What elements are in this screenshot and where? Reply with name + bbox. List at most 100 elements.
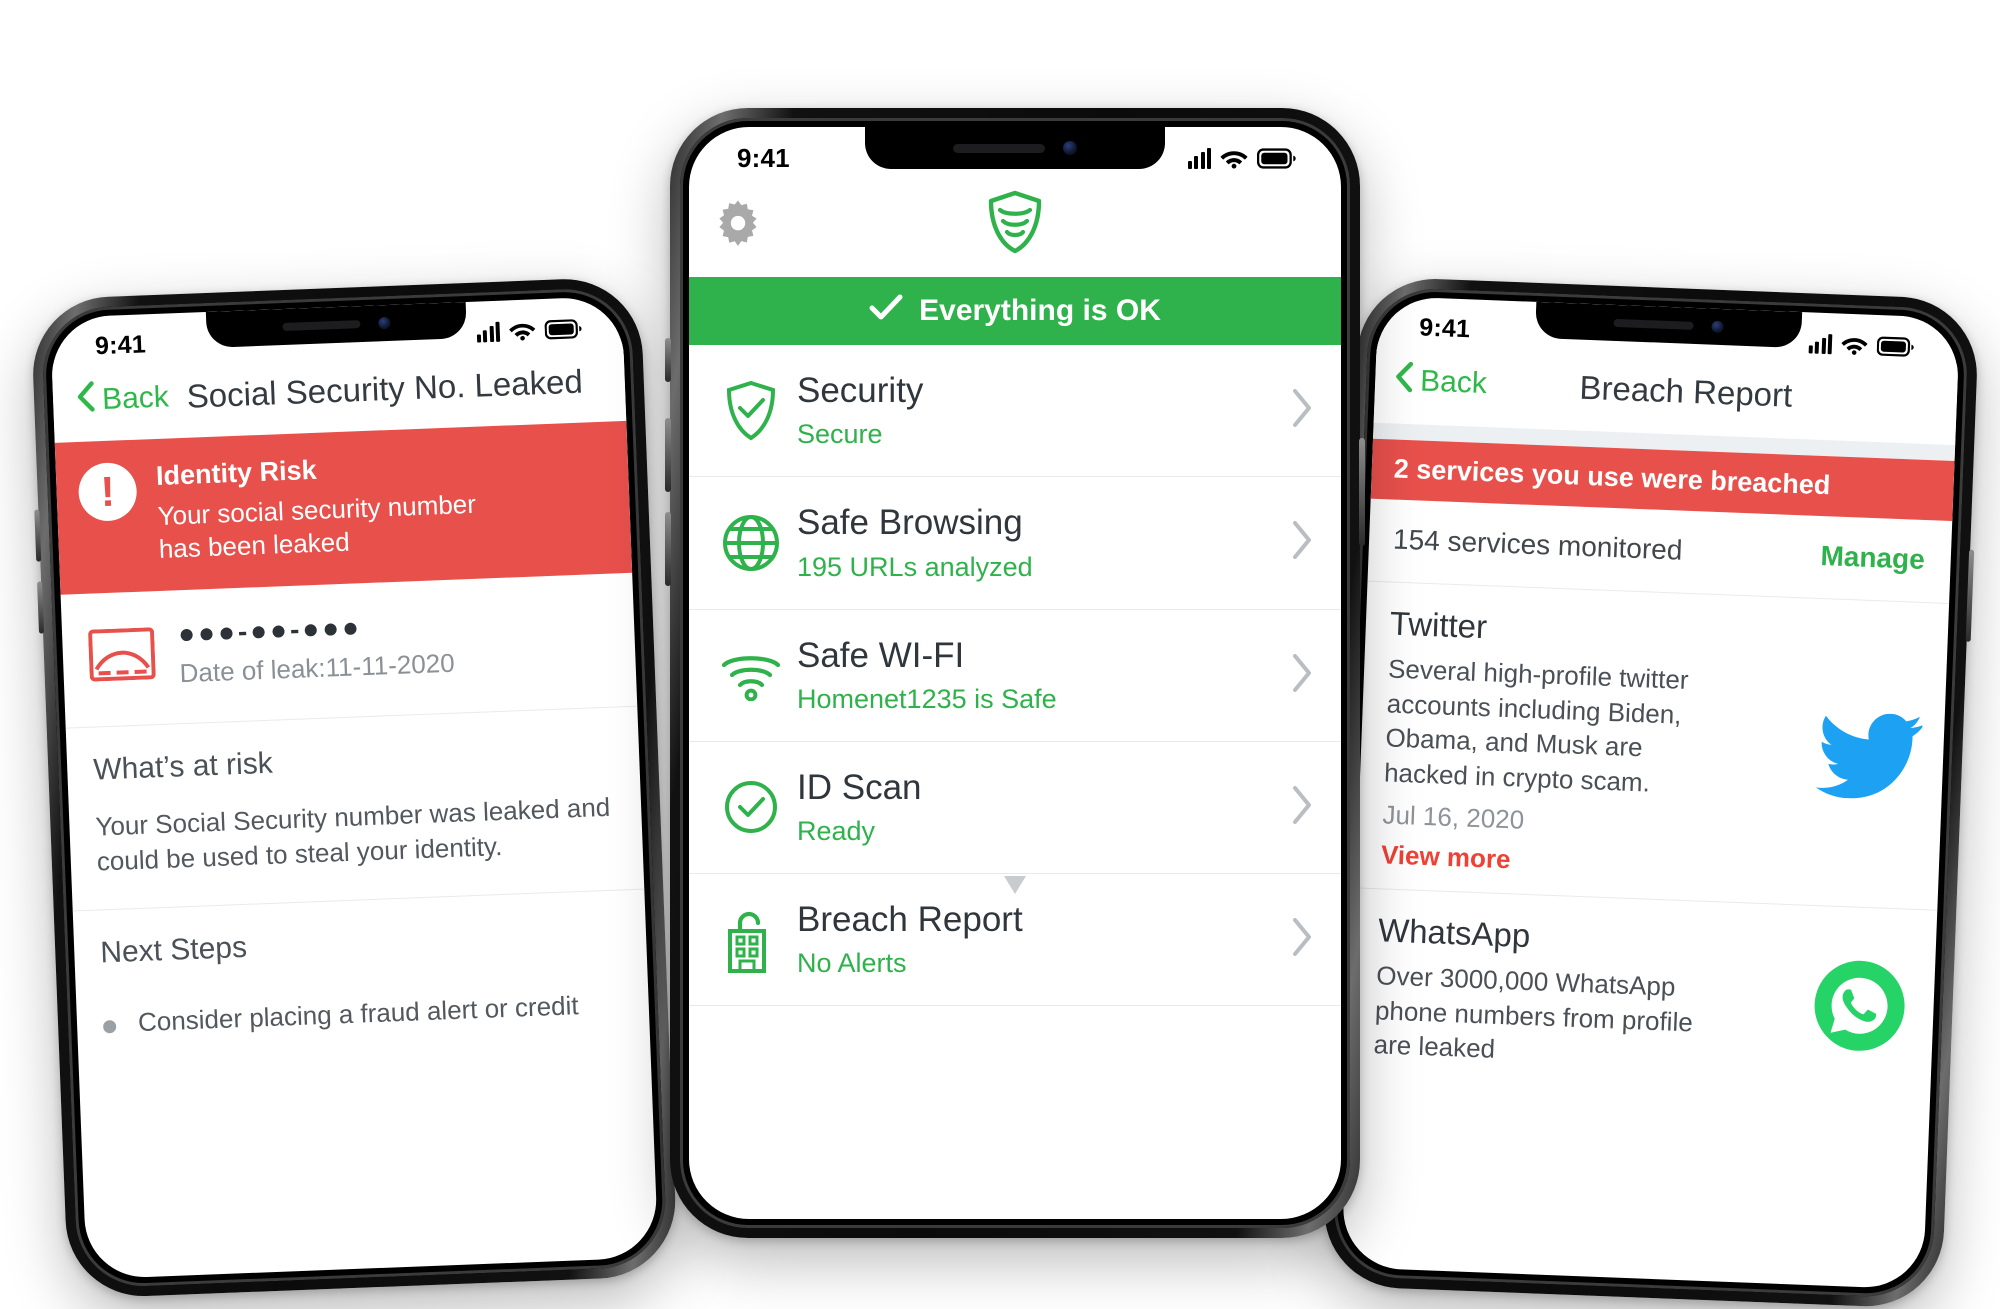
breach-item[interactable]: WhatsApp Over 3000,000 WhatsApp phone nu…: [1348, 889, 1937, 1102]
risk-description: Your social security number has been lea…: [157, 486, 519, 566]
building-lock-icon: [719, 907, 783, 973]
exclamation-icon: !: [78, 462, 138, 522]
wifi-icon: [719, 649, 783, 701]
chevron-right-icon: [1289, 386, 1315, 435]
status-banner-text: Everything is OK: [919, 294, 1161, 328]
list-item-status: Homenet1235 is Safe: [797, 684, 1289, 715]
gear-icon[interactable]: [715, 200, 761, 251]
page-title: Breach Report: [1486, 365, 1935, 420]
phone-frame: 9:41: [30, 276, 678, 1299]
phone-screen: 9:41: [1341, 296, 1960, 1290]
globe-icon: [719, 514, 783, 572]
status-indicators: [476, 318, 583, 342]
status-time: 9:41: [737, 143, 790, 174]
list-item[interactable]: Security Secure: [689, 345, 1341, 476]
circle-check-icon: [719, 779, 783, 835]
page-title: Social Security No. Leaked: [186, 363, 583, 416]
power-button[interactable]: [1359, 438, 1365, 546]
chevron-right-icon: [1289, 915, 1315, 964]
battery-icon: [544, 318, 583, 339]
breach-banner-text: 2 services you use were breached: [1393, 454, 1831, 502]
cellular-signal-icon: [1188, 148, 1212, 169]
whatsapp-icon: [1805, 928, 1915, 1083]
status-indicators: [1188, 148, 1298, 169]
phone-bezel: 9:41: [41, 287, 668, 1289]
volume-down-button[interactable]: [37, 581, 44, 633]
phone-frame: 9:41: [1321, 276, 1979, 1309]
chevron-left-icon: [74, 379, 98, 422]
back-label: Back: [1420, 364, 1488, 401]
app-bar: [689, 174, 1341, 277]
cellular-signal-icon: [476, 321, 500, 342]
volume-down-button[interactable]: [665, 512, 671, 586]
breach-description: Several high-profile twitter accounts in…: [1384, 651, 1719, 802]
list-item-status: Ready: [797, 816, 1289, 847]
volume-up-button[interactable]: [665, 418, 671, 492]
twitter-bird-icon: [1812, 621, 1926, 891]
section-body: Your Social Security number was leaked a…: [95, 789, 617, 879]
breach-date: Jul 16, 2020: [1382, 800, 1801, 847]
list-item[interactable]: Breach Report No Alerts: [689, 874, 1341, 1005]
risk-title: Identity Risk: [156, 447, 517, 492]
phones-showcase: 9:41: [0, 0, 2000, 1200]
wifi-icon: [1220, 148, 1248, 169]
ssn-row: ●●●-●●-●●● Date of leak:11-11-2020: [61, 572, 638, 727]
chevron-left-icon: [1392, 359, 1416, 402]
phone-screen: 9:41: [689, 127, 1341, 1219]
phone-right: 9:41: [1321, 276, 1979, 1309]
phone-bezel: 9:41: [1332, 286, 1970, 1298]
chevron-right-icon: [1289, 651, 1315, 700]
breach-item[interactable]: Twitter Several high-profile twitter acc…: [1356, 582, 1949, 910]
list-item[interactable]: ID Scan Ready: [689, 742, 1341, 873]
cellular-signal-icon: [1808, 333, 1832, 354]
volume-up-button[interactable]: [34, 510, 41, 562]
bullet-icon: [103, 1020, 116, 1033]
battery-icon: [1877, 335, 1916, 356]
list-item-status: Secure: [797, 419, 1289, 450]
chevron-right-icon: [1289, 518, 1315, 567]
shield-check-icon: [719, 380, 783, 442]
check-icon: [869, 293, 903, 329]
mute-switch[interactable]: [665, 338, 671, 382]
status-time: 9:41: [95, 330, 147, 361]
back-button[interactable]: Back: [74, 376, 169, 422]
whats-at-risk-section: What’s at risk Your Social Security numb…: [66, 706, 645, 910]
section-title: Next Steps: [100, 916, 621, 970]
status-banner: Everything is OK: [689, 277, 1341, 345]
back-button[interactable]: Back: [1392, 359, 1487, 405]
section-title: What’s at risk: [93, 733, 614, 787]
masked-ssn: ●●●-●●-●●●: [178, 609, 454, 648]
battery-icon: [1257, 148, 1297, 169]
wifi-icon: [1841, 334, 1869, 355]
phone-screen: 9:41: [50, 296, 659, 1279]
wifi-icon: [508, 320, 536, 341]
list-item-title: ID Scan: [797, 768, 1289, 808]
id-card-icon: [88, 627, 156, 686]
shield-logo-icon: [986, 190, 1044, 259]
list-item-title: Safe WI-FI: [797, 636, 1289, 676]
status-indicators: [1808, 333, 1915, 357]
list-item-title: Security: [797, 371, 1289, 411]
list-item[interactable]: Safe WI-FI Homenet1235 is Safe: [689, 610, 1341, 741]
phone-frame: 9:41: [670, 108, 1360, 1238]
phone-left: 9:41: [30, 276, 678, 1299]
services-monitored-label: 154 services monitored: [1393, 524, 1683, 567]
breach-service-name: Twitter: [1389, 605, 1808, 659]
phone-bezel: 9:41: [680, 118, 1350, 1228]
mouse-cursor-icon: [1004, 876, 1026, 901]
manage-button[interactable]: Manage: [1820, 540, 1925, 576]
list-item-status: No Alerts: [797, 948, 1289, 979]
list-item[interactable]: Safe Browsing 195 URLs analyzed: [689, 477, 1341, 608]
chevron-right-icon: [1289, 783, 1315, 832]
identity-risk-banner: ! Identity Risk Your social security num…: [55, 421, 632, 594]
back-label: Back: [101, 380, 169, 417]
breach-description: Over 3000,000 WhatsApp phone numbers fro…: [1373, 959, 1707, 1075]
status-bar: 9:41: [689, 127, 1341, 174]
power-button[interactable]: [1966, 550, 1975, 642]
breach-service-name: WhatsApp: [1377, 912, 1796, 966]
divider: [689, 1005, 1341, 1006]
list-item-title: Safe Browsing: [797, 503, 1289, 543]
list-item-title: Breach Report: [797, 900, 1289, 940]
phone-center: 9:41: [670, 108, 1360, 1238]
view-more-link[interactable]: View more: [1380, 840, 1799, 887]
